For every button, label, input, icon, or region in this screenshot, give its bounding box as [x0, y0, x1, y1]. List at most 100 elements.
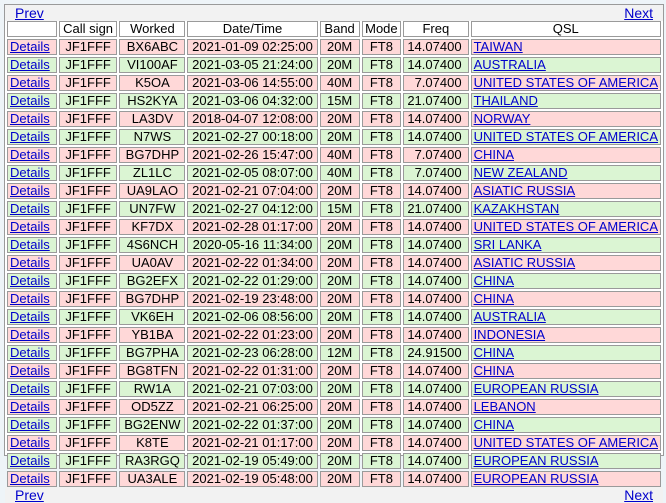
details-link[interactable]: Details	[10, 363, 50, 378]
qsl-country-link[interactable]: KAZAKHSTAN	[474, 201, 560, 216]
details-link[interactable]: Details	[10, 471, 50, 486]
qsl-country-link-cell: CHINA	[470, 291, 661, 307]
details-link[interactable]: Details	[10, 273, 50, 288]
details-link-cell: Details	[7, 201, 57, 217]
qsl-country-link[interactable]: THAILAND	[474, 93, 538, 108]
cell-call-sign: JF1FFF	[58, 417, 118, 433]
qsl-country-link-cell: CHINA	[470, 345, 661, 361]
qsl-country-link-cell: THAILAND	[470, 93, 661, 109]
details-link[interactable]: Details	[10, 327, 50, 342]
cell-band: 20M	[319, 183, 360, 199]
qsl-country-link[interactable]: NEW ZEALAND	[474, 165, 568, 180]
details-link[interactable]: Details	[10, 219, 50, 234]
cell-freq: 14.07400	[403, 111, 469, 127]
cell-freq: 14.07400	[403, 435, 469, 451]
prev-link-top[interactable]: Prev	[15, 5, 44, 21]
details-link[interactable]: Details	[10, 309, 50, 324]
qsl-country-link[interactable]: EUROPEAN RUSSIA	[474, 471, 599, 486]
cell-band: 20M	[319, 453, 360, 469]
details-link-cell: Details	[7, 291, 57, 307]
details-link[interactable]: Details	[10, 345, 50, 360]
next-link-top[interactable]: Next	[624, 5, 653, 21]
cell-freq: 7.07400	[403, 75, 469, 91]
details-link[interactable]: Details	[10, 39, 50, 54]
details-link-cell: Details	[7, 345, 57, 361]
qsl-country-link[interactable]: CHINA	[474, 291, 514, 306]
cell-freq: 14.07400	[403, 309, 469, 325]
qsl-country-link[interactable]: UNITED STATES OF AMERICA	[474, 219, 658, 234]
details-link[interactable]: Details	[10, 435, 50, 450]
cell-worked: K5OA	[119, 75, 186, 91]
details-link[interactable]: Details	[10, 183, 50, 198]
next-link-bottom[interactable]: Next	[624, 487, 653, 503]
qsl-country-link[interactable]: CHINA	[474, 147, 514, 162]
header-worked: Worked	[119, 21, 186, 37]
qsl-country-link-cell: INDONESIA	[470, 327, 661, 343]
header-datetime: Date/Time	[187, 21, 318, 37]
qsl-country-link[interactable]: CHINA	[474, 273, 514, 288]
table-header: Call sign Worked Date/Time Band Mode Fre…	[7, 21, 661, 37]
cell-mode: FT8	[361, 453, 402, 469]
qsl-country-link[interactable]: NORWAY	[474, 111, 531, 126]
qsl-country-link[interactable]: UNITED STATES OF AMERICA	[474, 129, 658, 144]
details-link[interactable]: Details	[10, 93, 50, 108]
cell-freq: 14.07400	[403, 273, 469, 289]
details-link[interactable]: Details	[10, 147, 50, 162]
details-link[interactable]: Details	[10, 165, 50, 180]
details-link[interactable]: Details	[10, 381, 50, 396]
qsl-country-link[interactable]: AUSTRALIA	[474, 57, 546, 72]
details-link[interactable]: Details	[10, 237, 50, 252]
cell-datetime: 2021-02-22 01:34:00	[187, 255, 318, 271]
details-link[interactable]: Details	[10, 129, 50, 144]
details-link[interactable]: Details	[10, 75, 50, 90]
qsl-country-link[interactable]: CHINA	[474, 363, 514, 378]
details-link[interactable]: Details	[10, 57, 50, 72]
details-link-cell: Details	[7, 39, 57, 55]
cell-band: 40M	[319, 75, 360, 91]
qsl-country-link[interactable]: INDONESIA	[474, 327, 546, 342]
qsl-country-link-cell: KAZAKHSTAN	[470, 201, 661, 217]
qsl-country-link-cell: CHINA	[470, 363, 661, 379]
qsl-country-link-cell: EUROPEAN RUSSIA	[470, 381, 661, 397]
cell-call-sign: JF1FFF	[58, 57, 118, 73]
details-link[interactable]: Details	[10, 291, 50, 306]
table-row: Details JF1FFF ZL1LC 2021-02-05 08:07:00 40M…	[7, 165, 661, 181]
qsl-country-link[interactable]: CHINA	[474, 345, 514, 360]
cell-freq: 14.07400	[403, 57, 469, 73]
cell-freq: 14.07400	[403, 381, 469, 397]
qsl-country-link[interactable]: TAIWAN	[474, 39, 523, 54]
details-link[interactable]: Details	[10, 255, 50, 270]
cell-call-sign: JF1FFF	[58, 471, 118, 487]
cell-freq: 14.07400	[403, 471, 469, 487]
cell-band: 20M	[319, 435, 360, 451]
prev-link-bottom[interactable]: Prev	[15, 487, 44, 503]
qsl-country-link[interactable]: SRI LANKA	[474, 237, 542, 252]
qsl-country-link[interactable]: UNITED STATES OF AMERICA	[474, 435, 658, 450]
details-link[interactable]: Details	[10, 111, 50, 126]
cell-band: 20M	[319, 273, 360, 289]
details-link-cell: Details	[7, 219, 57, 235]
details-link[interactable]: Details	[10, 201, 50, 216]
details-link-cell: Details	[7, 255, 57, 271]
qsl-country-link[interactable]: ASIATIC RUSSIA	[474, 183, 576, 198]
qsl-country-link[interactable]: ASIATIC RUSSIA	[474, 255, 576, 270]
qsl-country-link[interactable]: AUSTRALIA	[474, 309, 546, 324]
qsl-country-link[interactable]: LEBANON	[474, 399, 536, 414]
qsl-country-link[interactable]: EUROPEAN RUSSIA	[474, 381, 599, 396]
details-link[interactable]: Details	[10, 399, 50, 414]
details-link[interactable]: Details	[10, 453, 50, 468]
cell-freq: 14.07400	[403, 327, 469, 343]
qsl-country-link[interactable]: CHINA	[474, 417, 514, 432]
cell-datetime: 2021-02-21 07:04:00	[187, 183, 318, 199]
table-row: Details JF1FFF K8TE 2021-02-21 01:17:00 20M F…	[7, 435, 661, 451]
cell-datetime: 2021-02-19 05:48:00	[187, 471, 318, 487]
cell-call-sign: JF1FFF	[58, 435, 118, 451]
qsl-country-link[interactable]: UNITED STATES OF AMERICA	[474, 75, 658, 90]
details-link[interactable]: Details	[10, 417, 50, 432]
cell-mode: FT8	[361, 39, 402, 55]
cell-worked: VK6EH	[119, 309, 186, 325]
cell-band: 20M	[319, 57, 360, 73]
cell-band: 20M	[319, 111, 360, 127]
cell-mode: FT8	[361, 129, 402, 145]
qsl-country-link[interactable]: EUROPEAN RUSSIA	[474, 453, 599, 468]
